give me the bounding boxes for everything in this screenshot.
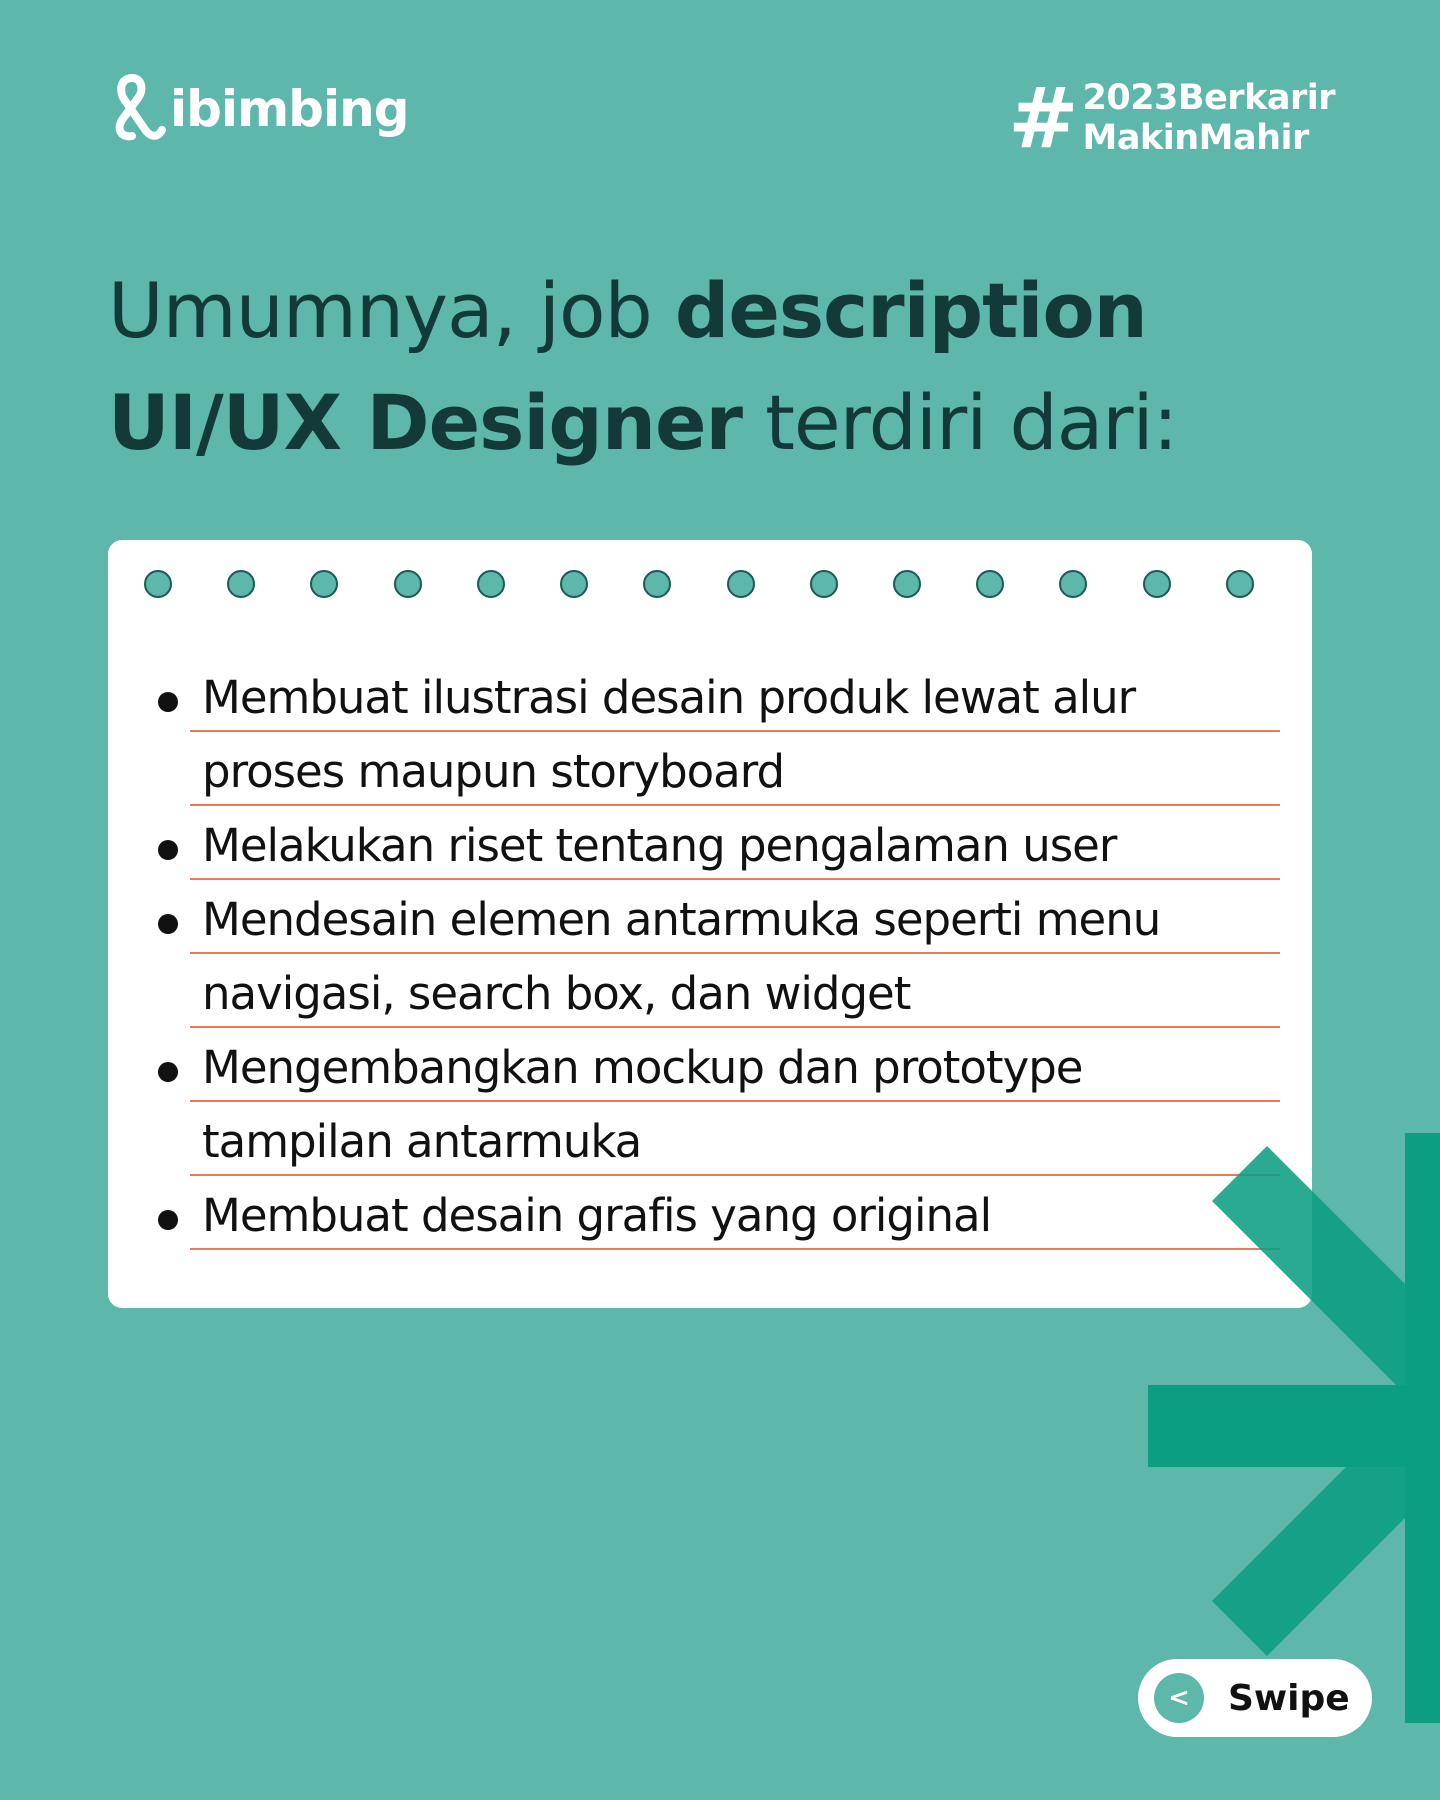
binder-hole bbox=[892, 570, 921, 598]
list-item-line: Melakukan riset tentang pengalaman user bbox=[190, 806, 1280, 880]
headline-part-2: description bbox=[674, 266, 1148, 355]
binder-hole bbox=[144, 570, 172, 598]
campaign-hashtag: # 2023Berkarir MakinMahir bbox=[1008, 76, 1335, 160]
binder-hole bbox=[476, 570, 505, 598]
headline: Umumnya, job description UI/UX Designer … bbox=[108, 255, 1348, 479]
list-item: Melakukan riset tentang pengalaman user bbox=[158, 806, 1280, 880]
brand-logo: ibimbing bbox=[110, 72, 409, 146]
list-item: Mendesain elemen antarmuka seperti menu … bbox=[158, 880, 1280, 1028]
hashtag-line-1: 2023Berkarir bbox=[1082, 78, 1335, 118]
headline-part-3: UI/UX Designer bbox=[108, 378, 743, 467]
binder-hole bbox=[726, 570, 755, 598]
binder-hole bbox=[809, 570, 838, 598]
binder-hole bbox=[1059, 570, 1088, 598]
arrow-left-icon: < bbox=[1154, 1673, 1204, 1723]
list-item: Membuat ilustrasi desain produk lewat al… bbox=[158, 658, 1280, 806]
job-description-list: Membuat ilustrasi desain produk lewat al… bbox=[158, 658, 1280, 1250]
bullet-icon bbox=[158, 1062, 178, 1082]
list-item-line: tampilan antarmuka bbox=[190, 1102, 1280, 1176]
binder-hole bbox=[643, 570, 672, 598]
list-item-line: navigasi, search box, dan widget bbox=[190, 954, 1280, 1028]
binder-hole bbox=[560, 570, 589, 598]
notepad-card: Membuat ilustrasi desain produk lewat al… bbox=[108, 540, 1312, 1308]
list-item-line: Membuat desain grafis yang original bbox=[190, 1176, 1280, 1250]
binder-hole bbox=[1142, 570, 1171, 598]
logo-text: ibimbing bbox=[170, 80, 409, 138]
binder-hole bbox=[310, 570, 339, 598]
swipe-button[interactable]: < Swipe bbox=[1138, 1659, 1372, 1737]
list-item-line: proses maupun storyboard bbox=[190, 732, 1280, 806]
bullet-icon bbox=[158, 692, 178, 712]
hashtag-line-2: MakinMahir bbox=[1082, 118, 1309, 158]
headline-part-4: terdiri dari: bbox=[741, 378, 1178, 467]
hash-symbol: # bbox=[1008, 69, 1079, 167]
asterisk-decoration-icon bbox=[1148, 1133, 1440, 1723]
binder-hole bbox=[1225, 570, 1254, 598]
headline-part-1: Umumnya, job bbox=[108, 266, 675, 355]
swipe-label: Swipe bbox=[1228, 1677, 1350, 1719]
bullet-icon bbox=[158, 914, 178, 934]
binder-hole bbox=[227, 570, 256, 598]
list-item-line: Membuat ilustrasi desain produk lewat al… bbox=[190, 658, 1280, 732]
list-item-line: Mendesain elemen antarmuka seperti menu bbox=[190, 880, 1280, 954]
binder-hole bbox=[976, 570, 1005, 598]
list-item-line: Mengembangkan mockup dan prototype bbox=[190, 1028, 1280, 1102]
binder-holes bbox=[144, 570, 1254, 598]
list-item: Membuat desain grafis yang original bbox=[158, 1176, 1280, 1250]
binder-hole bbox=[393, 570, 422, 598]
bullet-icon bbox=[158, 1210, 178, 1230]
list-item: Mengembangkan mockup dan prototype tampi… bbox=[158, 1028, 1280, 1176]
ibimbing-logo-icon bbox=[115, 74, 166, 141]
bullet-icon bbox=[158, 840, 178, 860]
